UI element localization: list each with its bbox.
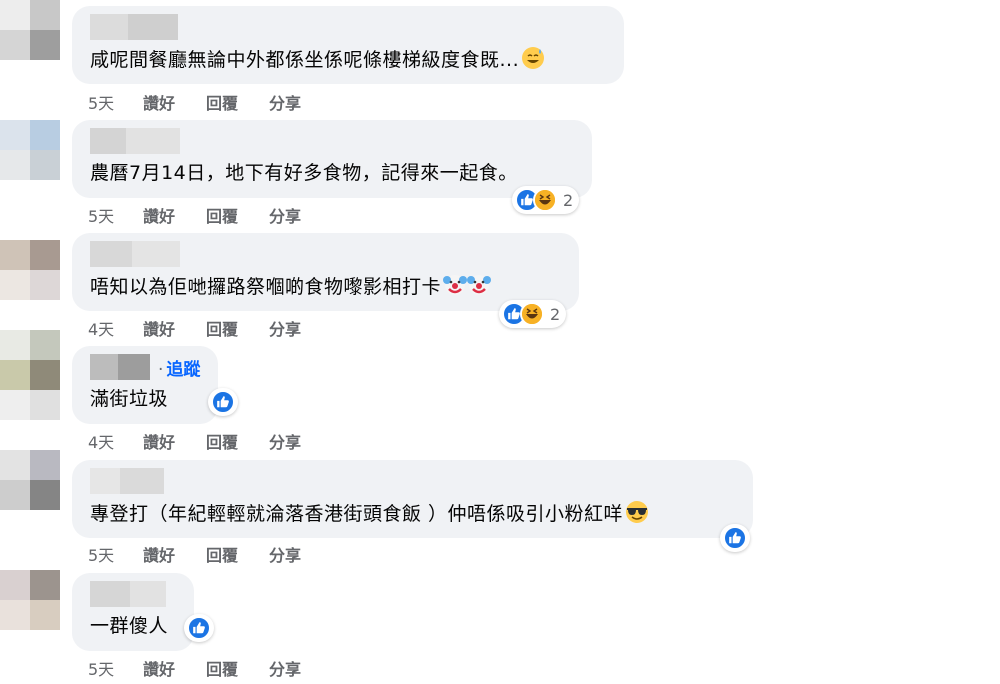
like-button[interactable]: 讚好 xyxy=(143,656,206,680)
comment-bubble: 唔知以為佢哋攞路祭嗰啲食物嚟影相打卡 xyxy=(72,233,579,311)
comment-text: 一群傻人 xyxy=(90,615,169,637)
reaction-summary[interactable]: 2 xyxy=(512,186,580,214)
haha-reaction-icon xyxy=(520,302,544,326)
comment-text: 唔知以為佢哋攞路祭嗰啲食物嚟影相打卡 xyxy=(90,273,492,300)
sunglasses-emoji xyxy=(626,501,649,523)
like-reaction-icon xyxy=(723,526,747,550)
follow-button[interactable]: · 追蹤 xyxy=(158,355,200,380)
comment-actions: 5天 讚好 回覆 分享 xyxy=(88,542,301,566)
haha-reaction-icon xyxy=(533,188,557,212)
comment-actions: 5天 讚好 回覆 分享 xyxy=(88,203,301,227)
reaction-count: 2 xyxy=(550,304,561,324)
reaction-summary[interactable] xyxy=(208,388,238,416)
share-button[interactable]: 分享 xyxy=(269,429,301,453)
timestamp[interactable]: 5天 xyxy=(88,542,143,566)
share-button[interactable]: 分享 xyxy=(269,203,301,227)
author-name[interactable] xyxy=(90,241,180,267)
share-button[interactable]: 分享 xyxy=(269,90,301,114)
comment-text: 滿街垃圾 xyxy=(90,388,169,410)
like-button[interactable]: 讚好 xyxy=(143,90,206,114)
like-reaction-icon xyxy=(187,616,211,640)
reply-button[interactable]: 回覆 xyxy=(206,90,269,114)
comment-actions: 5天 讚好 回覆 分享 xyxy=(88,656,301,680)
timestamp[interactable]: 5天 xyxy=(88,203,143,227)
timestamp[interactable]: 5天 xyxy=(88,90,143,114)
like-button[interactable]: 讚好 xyxy=(143,542,206,566)
timestamp[interactable]: 5天 xyxy=(88,656,143,680)
avatar[interactable] xyxy=(0,120,60,180)
author-name[interactable] xyxy=(90,14,178,40)
avatar[interactable] xyxy=(0,450,60,510)
reply-button[interactable]: 回覆 xyxy=(206,656,269,680)
comment-actions: 4天 讚好 回覆 分享 xyxy=(88,429,301,453)
author-name[interactable] xyxy=(90,581,166,607)
comment-bubble: 專登打（年紀輕輕就淪落香港街頭食飯 ）仲唔係吸引小粉紅咩 xyxy=(72,460,753,538)
share-button[interactable]: 分享 xyxy=(269,316,301,340)
avatar[interactable] xyxy=(0,570,60,630)
author-name[interactable] xyxy=(90,468,164,494)
comment-bubble: 一群傻人 xyxy=(72,573,194,651)
comment-bubble: · 追蹤 滿街垃圾 xyxy=(72,346,218,424)
reaction-summary[interactable] xyxy=(184,614,214,642)
sweat-smile-emoji xyxy=(522,47,545,69)
author-name[interactable]: · 追蹤 xyxy=(90,354,200,380)
avatar[interactable] xyxy=(0,240,60,300)
avatar[interactable] xyxy=(0,330,60,390)
author-name[interactable] xyxy=(90,128,180,154)
comment-text: 農曆7月14日，地下有好多食物，記得來一起食。 xyxy=(90,162,518,184)
avatar[interactable] xyxy=(0,0,60,60)
like-button[interactable]: 讚好 xyxy=(143,429,206,453)
timestamp[interactable]: 4天 xyxy=(88,316,143,340)
reply-button[interactable]: 回覆 xyxy=(206,316,269,340)
like-button[interactable]: 讚好 xyxy=(143,203,206,227)
reaction-count: 2 xyxy=(563,190,574,210)
comment-bubble: 咸呢間餐廳無論中外都係坐係呢條樓梯級度食既... xyxy=(72,6,624,84)
like-reaction-icon xyxy=(211,390,235,414)
reaction-summary[interactable]: 2 xyxy=(499,300,567,328)
comment-bubble: 農曆7月14日，地下有好多食物，記得來一起食。 xyxy=(72,120,592,198)
comment-text: 咸呢間餐廳無論中外都係坐係呢條樓梯級度食既... xyxy=(90,46,545,73)
share-button[interactable]: 分享 xyxy=(269,656,301,680)
like-button[interactable]: 讚好 xyxy=(143,316,206,340)
reaction-summary[interactable] xyxy=(720,524,750,552)
avatar-lower xyxy=(0,390,60,420)
clown-emoji xyxy=(467,275,492,295)
timestamp[interactable]: 4天 xyxy=(88,429,143,453)
reply-button[interactable]: 回覆 xyxy=(206,542,269,566)
comment-actions: 4天 讚好 回覆 分享 xyxy=(88,316,301,340)
clown-emoji xyxy=(443,275,468,295)
reply-button[interactable]: 回覆 xyxy=(206,429,269,453)
comment-actions: 5天 讚好 回覆 分享 xyxy=(88,90,301,114)
comment-text: 專登打（年紀輕輕就淪落香港街頭食飯 ）仲唔係吸引小粉紅咩 xyxy=(90,500,649,527)
share-button[interactable]: 分享 xyxy=(269,542,301,566)
reply-button[interactable]: 回覆 xyxy=(206,203,269,227)
